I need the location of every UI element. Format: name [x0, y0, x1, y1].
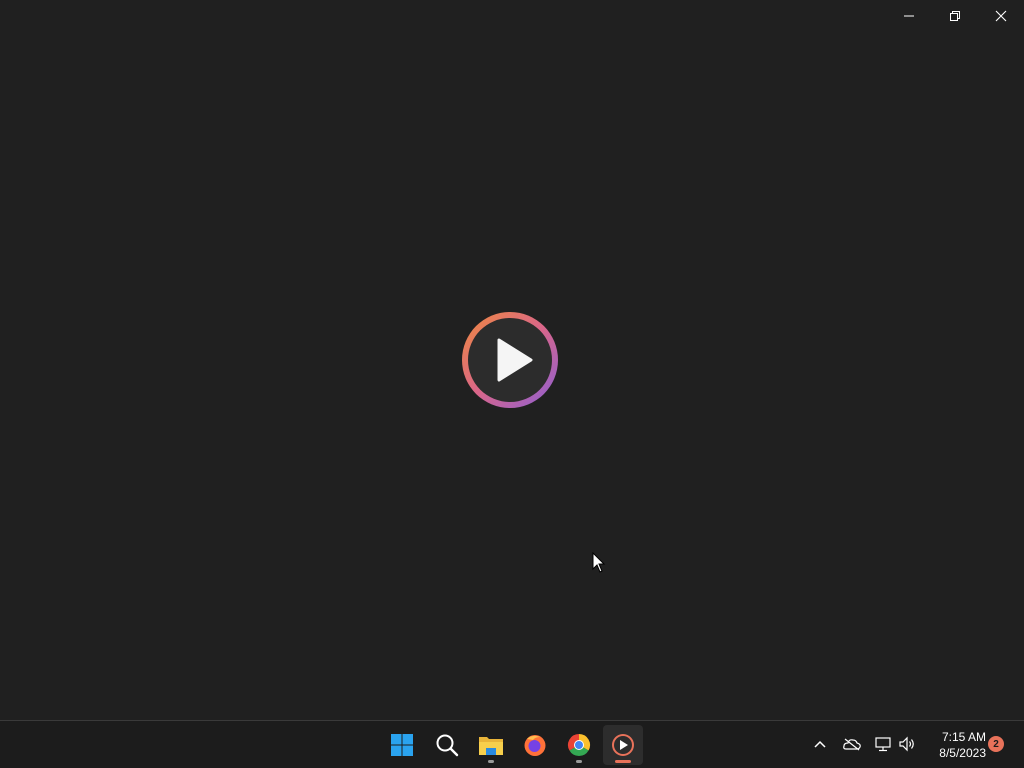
media-player-button[interactable]: [603, 725, 643, 765]
taskbar: 7:15 AM 8/5/2023: [0, 720, 1024, 768]
network-icon: [875, 737, 891, 752]
search-icon: [436, 734, 459, 757]
search-button[interactable]: [427, 725, 467, 765]
onedrive-offline-icon: [843, 738, 861, 751]
start-button[interactable]: [382, 725, 422, 765]
media-player-icon: [612, 734, 634, 756]
onedrive-button[interactable]: [841, 733, 863, 755]
active-indicator: [615, 760, 631, 763]
clock-date: 8/5/2023: [939, 746, 986, 760]
mouse-cursor-icon: [592, 552, 606, 573]
chevron-up-icon: [814, 740, 826, 748]
minimize-button[interactable]: [886, 0, 932, 32]
clock[interactable]: 7:15 AM 8/5/2023: [926, 729, 986, 761]
show-hidden-icons-button[interactable]: [809, 733, 831, 755]
firefox-icon: [524, 735, 546, 756]
chrome-button[interactable]: [559, 725, 599, 765]
notification-badge[interactable]: 2: [988, 736, 1004, 752]
restore-button[interactable]: [932, 0, 978, 32]
file-explorer-button[interactable]: [471, 725, 511, 765]
media-player-window: [0, 0, 1024, 720]
volume-icon: [899, 736, 914, 752]
clock-time: 7:15 AM: [941, 730, 986, 744]
folder-icon: [479, 737, 503, 755]
close-button[interactable]: [978, 0, 1024, 32]
close-icon: [995, 10, 1007, 22]
running-indicator: [488, 760, 494, 763]
running-indicator: [576, 760, 582, 763]
firefox-button[interactable]: [515, 725, 555, 765]
media-player-logo: [462, 312, 558, 408]
restore-icon: [950, 11, 960, 21]
windows-icon: [391, 734, 413, 756]
chrome-icon: [567, 734, 591, 757]
volume-button[interactable]: [896, 733, 918, 755]
minimize-icon: [904, 15, 914, 17]
network-button[interactable]: [872, 733, 894, 755]
window-controls: [886, 0, 1024, 32]
